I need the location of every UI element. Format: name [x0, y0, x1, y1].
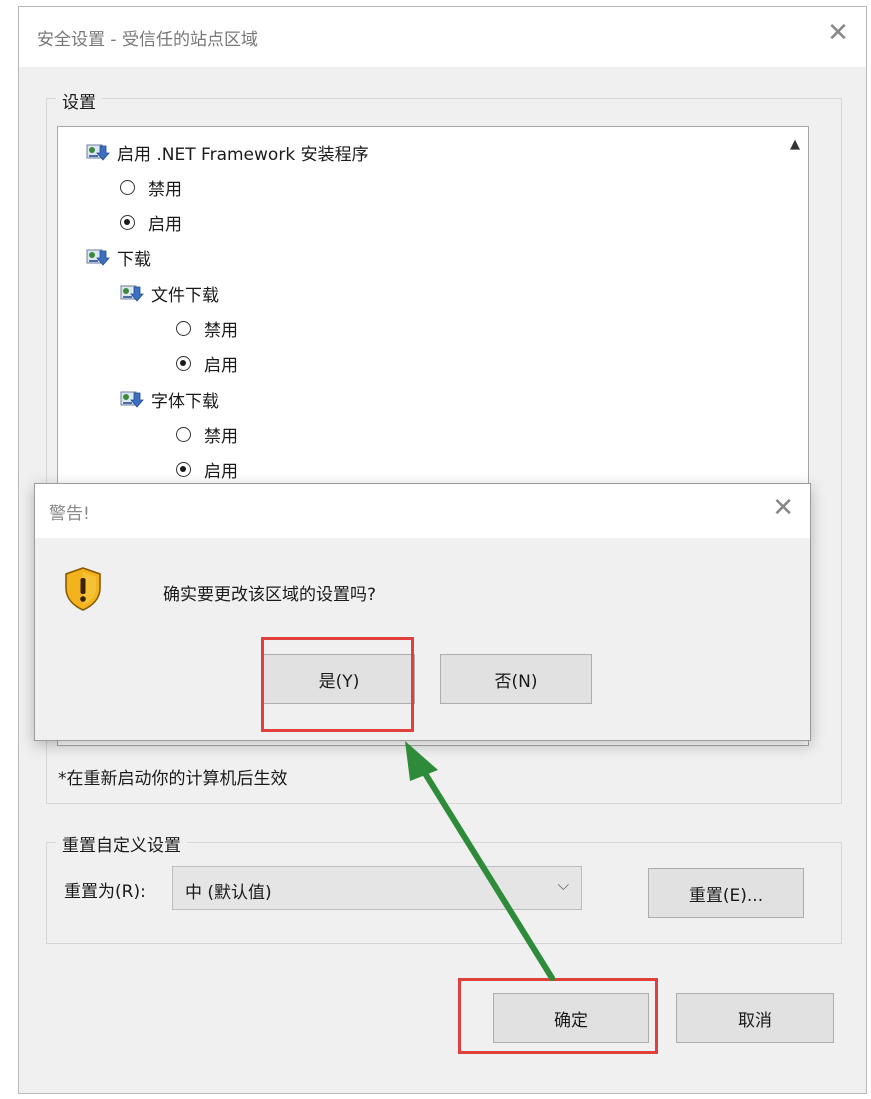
reset-group-label: 重置自定义设置	[56, 831, 187, 856]
no-button[interactable]: 否(N)	[440, 654, 592, 704]
radio-option[interactable]: 禁用	[120, 175, 182, 200]
tree-node-label: 启用 .NET Framework 安装程序	[117, 145, 369, 165]
yes-button[interactable]: 是(Y)	[263, 654, 415, 704]
radio-checked-icon[interactable]	[176, 462, 191, 477]
warning-title: 警告!	[49, 504, 90, 524]
settings-node-icon	[86, 249, 110, 266]
tree-node-label: 启用	[204, 462, 238, 482]
dialog-titlebar: 安全设置 - 受信任的站点区域 ✕	[19, 7, 866, 67]
reset-level-value: 中 (默认值)	[185, 883, 272, 903]
radio-option[interactable]: 启用	[120, 210, 182, 235]
tree-node-label: 禁用	[204, 427, 238, 447]
close-icon[interactable]: ✕	[772, 494, 794, 522]
settings-group-label: 设置	[56, 88, 102, 113]
radio-option[interactable]: 禁用	[176, 316, 238, 341]
scroll-up-icon[interactable]: ▲	[790, 137, 800, 152]
radio-option[interactable]: 启用	[176, 351, 238, 376]
tree-node-label: 启用	[148, 215, 182, 235]
radio-unchecked-icon[interactable]	[176, 321, 191, 336]
tree-node-label: 字体下载	[151, 392, 219, 412]
warning-message: 确实要更改该区域的设置吗?	[163, 585, 377, 605]
radio-unchecked-icon[interactable]	[176, 427, 191, 442]
tree-node[interactable]: 启用 .NET Framework 安装程序	[86, 140, 369, 165]
chevron-down-icon: ⌵	[557, 876, 569, 894]
radio-option[interactable]: 禁用	[176, 422, 238, 447]
tree-node-label: 禁用	[148, 180, 182, 200]
settings-node-icon	[120, 285, 144, 302]
reset-to-label: 重置为(R):	[64, 882, 146, 902]
warning-dialog: 警告! ✕ 确实要更改该区域的设置吗? 是(Y) 否(N)	[34, 483, 811, 741]
radio-unchecked-icon[interactable]	[120, 180, 135, 195]
reset-button[interactable]: 重置(E)...	[648, 868, 804, 918]
tree-node-label: 禁用	[204, 321, 238, 341]
tree-node-label: 下载	[117, 250, 151, 270]
close-icon[interactable]: ✕	[824, 19, 852, 47]
tree-node-label: 启用	[204, 356, 238, 376]
tree-node[interactable]: 下载	[86, 245, 151, 270]
restart-note: *在重新启动你的计算机后生效	[58, 769, 288, 789]
settings-node-icon	[120, 391, 144, 408]
warning-titlebar: 警告! ✕	[35, 484, 810, 538]
tree-node[interactable]: 字体下载	[120, 387, 219, 412]
radio-checked-icon[interactable]	[176, 356, 191, 371]
settings-node-icon	[86, 144, 110, 161]
cancel-button[interactable]: 取消	[676, 993, 834, 1043]
dialog-title: 安全设置 - 受信任的站点区域	[37, 30, 258, 50]
tree-node[interactable]: 文件下载	[120, 281, 219, 306]
warning-shield-icon	[65, 567, 101, 611]
tree-node-label: 文件下载	[151, 286, 219, 306]
ok-button[interactable]: 确定	[493, 993, 649, 1043]
reset-level-select[interactable]: 中 (默认值) ⌵	[172, 866, 582, 910]
radio-option[interactable]: 启用	[176, 457, 238, 482]
radio-checked-icon[interactable]	[120, 215, 135, 230]
